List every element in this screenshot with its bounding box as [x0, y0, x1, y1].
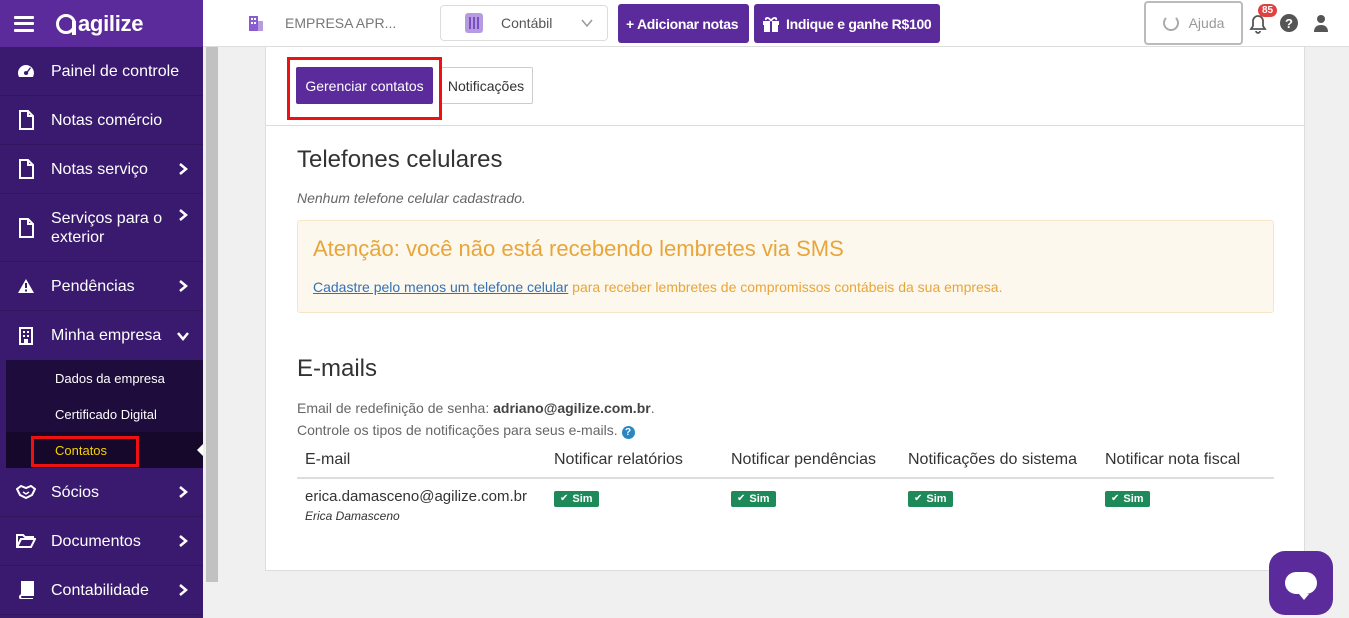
- building-icon: [16, 326, 36, 345]
- help-button[interactable]: Ajuda: [1144, 1, 1243, 45]
- chevron-right-icon: [179, 535, 188, 547]
- chat-widget-button[interactable]: [1269, 551, 1333, 615]
- sidebar-item-contabilidade[interactable]: Contabilidade: [0, 566, 203, 615]
- email-owner-name: Erica Damasceno: [305, 509, 400, 523]
- document-icon: [16, 110, 36, 130]
- alert-title: Atenção: você não está recebendo lembret…: [313, 236, 844, 261]
- chevron-down-icon: [177, 331, 189, 341]
- referral-button[interactable]: Indique e ganhe R$100: [754, 4, 940, 43]
- company-building-icon: [249, 16, 263, 31]
- sidebar-item-socios[interactable]: Sócios: [0, 468, 203, 517]
- notification-count-badge: 85: [1258, 4, 1278, 17]
- register-phone-link[interactable]: Cadastre pelo menos um telefone celular: [313, 279, 568, 295]
- question-icon[interactable]: ?: [1280, 14, 1298, 32]
- module-select-value: Contábil: [501, 15, 553, 31]
- chevron-right-icon: [179, 584, 188, 596]
- invoice-toggle-badge[interactable]: ✔ Sim: [1105, 490, 1150, 507]
- info-help-icon[interactable]: ?: [621, 426, 635, 439]
- logo[interactable]: agilize: [56, 11, 143, 37]
- sms-warning-alert: Atenção: você não está recebendo lembret…: [297, 220, 1274, 313]
- system-cell: ✔ Sim: [908, 488, 1105, 529]
- folder-icon: [16, 533, 36, 549]
- chevron-right-icon: [179, 280, 188, 292]
- highlight-box-contatos: [31, 436, 139, 467]
- logo-mark-icon: [56, 13, 76, 35]
- column-header-invoice: Notificar nota fiscal: [1105, 451, 1241, 468]
- logo-text: agilize: [78, 10, 144, 36]
- chat-help-icon: [1162, 15, 1179, 31]
- gift-icon: [763, 16, 779, 32]
- system-toggle-badge[interactable]: ✔ Sim: [908, 490, 953, 507]
- check-icon: ✔: [1111, 493, 1120, 504]
- chevron-right-icon: [179, 486, 188, 498]
- chevron-right-icon: [179, 209, 188, 221]
- column-header-email: E-mail: [305, 451, 351, 468]
- hamburger-menu-icon[interactable]: [14, 15, 34, 32]
- sidebar-item-pendencias[interactable]: Pendências: [0, 262, 203, 311]
- reports-toggle-badge[interactable]: ✔ Sim: [554, 490, 599, 507]
- company-name: EMPRESA APR...: [285, 15, 397, 31]
- invoice-cell: ✔ Sim: [1105, 488, 1274, 529]
- column-header-reports: Notificar relatórios: [554, 451, 683, 468]
- email-cell: erica.damasceno@agilize.com.br Erica Dam…: [297, 488, 554, 529]
- add-notes-button[interactable]: + Adicionar notas: [618, 4, 749, 43]
- reset-email-value: adriano@agilize.com.br: [493, 400, 651, 416]
- scrollbar-thumb[interactable]: [206, 47, 218, 582]
- check-icon: ✔: [737, 493, 746, 504]
- email-control-note: Controle os tipos de notificações para s…: [297, 422, 635, 439]
- dashboard-icon: [16, 63, 36, 79]
- check-icon: ✔: [914, 493, 923, 504]
- pending-toggle-badge[interactable]: ✔ Sim: [731, 490, 776, 507]
- email-address: erica.damasceno@agilize.com.br: [305, 488, 527, 505]
- alert-text-rest: para receber lembretes de compromissos c…: [568, 279, 1003, 295]
- tab-notifications[interactable]: Notificações: [439, 67, 533, 104]
- chevron-right-icon: [179, 163, 188, 175]
- column-header-pending: Notificar pendências: [731, 451, 876, 468]
- user-icon[interactable]: [1312, 13, 1330, 33]
- phones-section-title: Telefones celulares: [297, 146, 503, 173]
- topbar: EMPRESA APR... Contábil + Adicionar nota…: [203, 0, 1349, 47]
- contacts-card: Gerenciar contatos Notificações Telefone…: [265, 47, 1305, 571]
- sidebar-item-painel[interactable]: Painel de controle: [0, 47, 203, 96]
- company-selector[interactable]: EMPRESA APR...: [247, 14, 396, 32]
- chevron-down-icon: [581, 19, 593, 28]
- sidebar-item-servicos-exterior[interactable]: Serviços para o exterior: [0, 194, 203, 262]
- calculator-icon: [465, 13, 483, 33]
- document-icon: [16, 159, 36, 179]
- warning-icon: [16, 278, 36, 294]
- reports-cell: ✔ Sim: [554, 488, 731, 529]
- emails-table: E-mail Notificar relatórios Notificar pe…: [297, 443, 1274, 529]
- check-icon: ✔: [560, 493, 569, 504]
- tabs-row: Gerenciar contatos Notificações: [266, 47, 1304, 126]
- sidebar-item-notas-servico[interactable]: Notas serviço: [0, 145, 203, 194]
- alert-text: Cadastre pelo menos um telefone celular …: [313, 279, 1002, 295]
- document-icon: [16, 217, 36, 238]
- emails-section-title: E-mails: [297, 355, 378, 382]
- module-select[interactable]: Contábil: [440, 5, 608, 41]
- sidebar-item-minha-empresa[interactable]: Minha empresa: [0, 311, 203, 360]
- page-scrollbar[interactable]: [203, 47, 218, 618]
- bell-icon[interactable]: [1249, 14, 1267, 34]
- submenu-item-dados-empresa[interactable]: Dados da empresa: [6, 360, 203, 396]
- sidebar-item-documentos[interactable]: Documentos: [0, 517, 203, 566]
- chat-bubble-icon: [1285, 572, 1317, 600]
- reset-email-line: Email de redefinição de senha: adriano@a…: [297, 400, 655, 416]
- column-header-system: Notificações do sistema: [908, 451, 1077, 468]
- handshake-icon: [16, 485, 36, 499]
- pending-cell: ✔ Sim: [731, 488, 908, 529]
- sidebar: agilize Painel de controle Notas comérci…: [0, 0, 203, 618]
- book-icon: [16, 581, 36, 599]
- table-header: E-mail Notificar relatórios Notificar pe…: [297, 443, 1274, 479]
- highlight-box-manage-contacts: [287, 57, 442, 120]
- submenu-item-certificado-digital[interactable]: Certificado Digital: [6, 396, 203, 432]
- table-row: erica.damasceno@agilize.com.br Erica Dam…: [297, 479, 1274, 529]
- sidebar-item-notas-comercio[interactable]: Notas comércio: [0, 96, 203, 145]
- phones-empty-note: Nenhum telefone celular cadastrado.: [297, 190, 526, 206]
- sidebar-header: agilize: [0, 0, 203, 47]
